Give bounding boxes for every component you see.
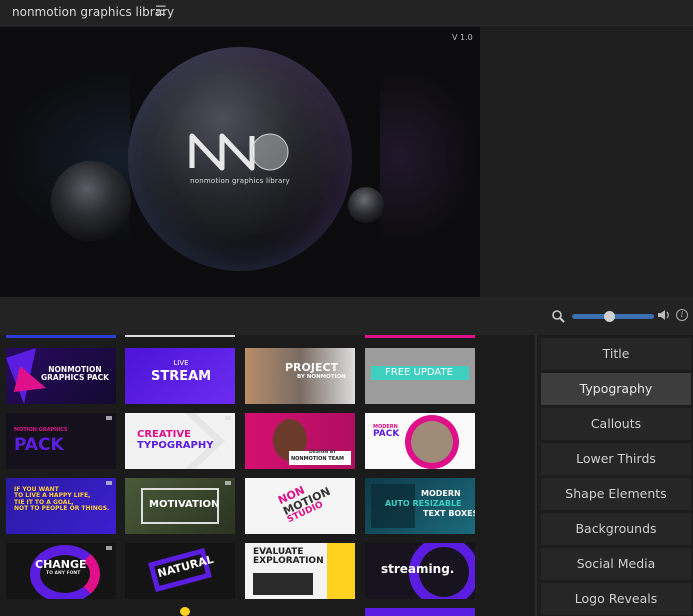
thumbnail-item[interactable]: PROJECT BY NONMOTION bbox=[245, 348, 355, 404]
nonmotion-logo-icon bbox=[189, 133, 289, 171]
thumb-title: CHANGE bbox=[35, 558, 87, 571]
thumb-title: NONMOTION TEAM bbox=[291, 456, 344, 462]
thumbnail-item[interactable]: NATURAL bbox=[125, 543, 235, 599]
logo-caption: nonmotion graphics library bbox=[190, 177, 290, 185]
left-sphere bbox=[51, 161, 131, 241]
thumbnail-item[interactable]: CHANGE TO ANY FONT bbox=[6, 543, 116, 599]
thumb-title: PACK bbox=[14, 435, 64, 455]
thumb-title: streaming. bbox=[381, 562, 455, 576]
thumb-subtitle: LIVE bbox=[173, 359, 189, 367]
thumb-title: NON MOTION STUDIO bbox=[276, 483, 333, 526]
thumbnail-item[interactable]: FREE UPDATE bbox=[365, 348, 475, 404]
thumb-title: FREE UPDATE bbox=[385, 367, 453, 378]
app-title: nonmotion graphics library bbox=[12, 5, 175, 19]
thumbnail-item[interactable]: MODERN AUTO RESIZABLE TEXT BOXES bbox=[365, 478, 475, 534]
search-icon[interactable] bbox=[552, 310, 565, 323]
thumb-title: MOTIVATION bbox=[149, 499, 220, 510]
dog-photo bbox=[411, 421, 453, 463]
thumb-subtitle-2: TEXT BOXES bbox=[423, 509, 475, 518]
thumb-title-2: TYPOGRAPHY bbox=[137, 440, 214, 451]
category-social-media[interactable]: Social Media bbox=[541, 548, 691, 580]
category-shape-elements[interactable]: Shape Elements bbox=[541, 478, 691, 510]
preview-side-panel bbox=[480, 27, 693, 297]
category-backgrounds[interactable]: Backgrounds bbox=[541, 513, 691, 545]
right-sphere bbox=[348, 187, 384, 223]
clipped-thumb-edge bbox=[125, 335, 235, 337]
badge-icon bbox=[106, 416, 112, 420]
thumb-title: MODERN PACK bbox=[373, 424, 400, 440]
category-callouts[interactable]: Callouts bbox=[541, 408, 691, 440]
photo-box bbox=[253, 573, 313, 595]
thumbnail-item[interactable]: EVALUATE EXPLORATION bbox=[245, 543, 355, 599]
info-icon[interactable]: i bbox=[676, 309, 688, 321]
thumb-title: EVALUATE EXPLORATION bbox=[253, 547, 324, 567]
thumbnail-item[interactable]: MOTIVATION bbox=[125, 478, 235, 534]
thumbnail-item[interactable]: NON MOTION STUDIO bbox=[245, 478, 355, 534]
thumbnail-item[interactable]: LIVE STREAM bbox=[125, 348, 235, 404]
thumb-title: IF YOU WANT TO LIVE A HAPPY LIFE, TIE IT T… bbox=[14, 486, 110, 512]
thumbnail-item[interactable]: DESIGN BY NONMOTION TEAM bbox=[245, 413, 355, 469]
category-title[interactable]: Title bbox=[541, 338, 691, 370]
thumb-subtitle: TO ANY FONT bbox=[46, 571, 81, 576]
zoom-slider-knob[interactable] bbox=[603, 311, 615, 322]
thumb-subtitle: MOTION GRAPHICS bbox=[14, 427, 68, 433]
thumbnail-item[interactable]: MOTION GRAPHICS PACK bbox=[6, 413, 116, 469]
thumbnail-item[interactable]: CREATIVE TYPOGRAPHY bbox=[125, 413, 235, 469]
category-typography[interactable]: Typography bbox=[541, 373, 691, 405]
clipped-thumb-edge bbox=[6, 335, 116, 338]
thumbnail-grid: NONMOTION GRAPHICS PACK LIVE STREAM PROJE… bbox=[0, 335, 537, 616]
thumbnail-item[interactable]: MODERN PACK bbox=[365, 413, 475, 469]
hamburger-icon[interactable]: ☰ bbox=[155, 4, 167, 19]
yellow-bar bbox=[327, 543, 355, 599]
thumbnail-item[interactable]: NONMOTION GRAPHICS PACK bbox=[6, 348, 116, 404]
clipped-thumb-edge bbox=[180, 607, 190, 616]
clipped-thumb-edge bbox=[365, 608, 475, 616]
thumb-title: MODERN bbox=[421, 489, 461, 498]
thumb-title: PROJECT bbox=[285, 361, 339, 374]
thumbnail-item[interactable]: IF YOU WANT TO LIVE A HAPPY LIFE, TIE IT T… bbox=[6, 478, 116, 534]
category-sidebar: Title Typography Callouts Lower Thirds S… bbox=[537, 335, 693, 616]
preview-panel: nonmotion graphics library V 1.0 bbox=[0, 27, 480, 297]
thumb-subtitle: BY NONMOTION bbox=[297, 374, 346, 380]
badge-icon bbox=[106, 546, 112, 550]
thumb-subtitle: DESIGN BY bbox=[309, 450, 337, 455]
category-logo-reveals[interactable]: Logo Reveals bbox=[541, 583, 691, 615]
volume-icon[interactable] bbox=[657, 309, 671, 321]
title-bar: nonmotion graphics library ☰ bbox=[0, 0, 693, 26]
glow-right bbox=[380, 67, 480, 247]
thumb-subtitle: AUTO RESIZABLE bbox=[385, 499, 462, 508]
thumbnail-item[interactable]: streaming. bbox=[365, 543, 475, 599]
thumb-title: STREAM bbox=[151, 369, 212, 384]
thumb-title: CREATIVE bbox=[137, 429, 191, 440]
version-label: V 1.0 bbox=[452, 33, 473, 42]
category-lower-thirds[interactable]: Lower Thirds bbox=[541, 443, 691, 475]
badge-icon bbox=[225, 481, 231, 485]
thumb-title: NONMOTION GRAPHICS PACK bbox=[41, 365, 109, 382]
badge-icon bbox=[106, 481, 112, 485]
clipped-thumb-edge bbox=[365, 335, 475, 338]
